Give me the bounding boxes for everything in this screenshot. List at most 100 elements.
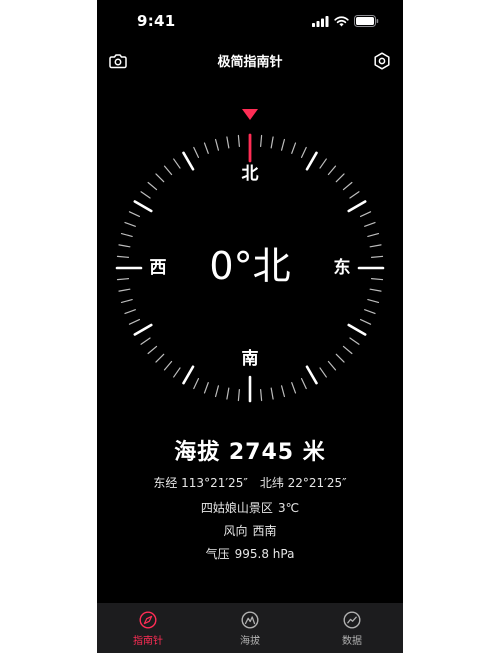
compass-tick [280, 138, 286, 151]
compass-icon [139, 611, 157, 629]
app-screen: 9:41 极简指南针 北 南 西 东 0°北 海拔 2745 米 东经 113°… [97, 0, 403, 653]
compass-tick [173, 367, 181, 378]
compass-tick [319, 158, 327, 169]
direction-west: 西 [150, 258, 167, 278]
compass-tick [305, 151, 318, 171]
compass-tick [124, 221, 136, 227]
tab-label-data: 数据 [342, 636, 362, 647]
pressure-line: 气压 995.8 hPa [97, 545, 403, 562]
compass-tick [335, 173, 345, 183]
compass-tick [305, 365, 318, 385]
compass-tick [237, 134, 240, 148]
compass-tick [118, 244, 131, 248]
tab-label-compass: 指南针 [133, 636, 163, 647]
wind-line: 风向 西南 [97, 522, 403, 539]
signal-icon [312, 15, 329, 27]
compass-tick [116, 255, 130, 258]
location-name: 四姑娘山景区 [200, 501, 273, 515]
compass-tick [367, 232, 380, 238]
tab-data[interactable]: 数据 [301, 603, 403, 653]
compass-tick [359, 211, 372, 218]
compass-tick [163, 360, 173, 371]
compass-tick [291, 382, 297, 394]
compass-tick [260, 134, 263, 148]
coordinates: 东经 113°21′25″ 北纬 22°21′25″ [97, 474, 403, 491]
compass-tick [369, 244, 382, 248]
compass-tick [270, 387, 274, 400]
compass-tick [124, 309, 136, 315]
status-time: 9:41 [137, 12, 176, 30]
temperature: 3℃ [277, 501, 300, 515]
tab-altitude[interactable]: 海拔 [199, 603, 301, 653]
compass-tick [155, 353, 165, 363]
wifi-icon [334, 15, 349, 26]
compass-tick [133, 200, 153, 213]
compass-tick [226, 387, 230, 400]
direction-north: 北 [242, 164, 259, 184]
tab-bar: 指南针 海拔 数据 [97, 603, 403, 653]
longitude: 东经 113°21′25″ [153, 476, 248, 490]
settings-hexagon-icon [374, 52, 390, 70]
wind-label: 风向 [223, 524, 248, 538]
compass-tick [370, 278, 384, 281]
page-title: 极简指南针 [217, 55, 283, 70]
compass-tick [118, 288, 131, 292]
compass-tick [280, 385, 286, 398]
compass-tick [370, 255, 384, 258]
compass-tick [291, 142, 297, 154]
location-line: 四姑娘山景区 3℃ [97, 499, 403, 516]
compass-tick [155, 173, 165, 183]
compass-tick [140, 337, 151, 345]
compass-tick [147, 181, 158, 191]
compass-tick [327, 360, 337, 371]
pressure-value: 995.8 hPa [234, 547, 295, 561]
compass-tick [349, 191, 360, 199]
compass-tick [182, 365, 195, 385]
compass-tick [342, 181, 353, 191]
compass-dial[interactable]: 北 南 西 东 0°北 [97, 100, 403, 420]
compass-tick [364, 309, 376, 315]
tab-compass[interactable]: 指南针 [97, 603, 199, 653]
compass-tick [347, 200, 367, 213]
compass-tick [128, 211, 141, 218]
heading-readout: 0°北 [209, 244, 290, 288]
status-bar: 9:41 [97, 0, 403, 44]
compass-tick [369, 288, 382, 292]
altitude-readout: 海拔 2745 米 [174, 440, 326, 465]
north-pointer-icon [242, 109, 258, 120]
compass-tick [300, 146, 307, 159]
tab-label-altitude: 海拔 [240, 636, 260, 647]
compass-tick [120, 232, 133, 238]
compass-tick [214, 385, 220, 398]
compass-tick [349, 337, 360, 345]
compass-tick [120, 298, 133, 304]
direction-south: 南 [242, 348, 259, 369]
compass-tick [214, 138, 220, 151]
compass-tick [367, 298, 380, 304]
compass-tick [327, 165, 337, 176]
compass-tick [140, 191, 151, 199]
compass-tick [270, 136, 274, 149]
data-icon [343, 611, 361, 629]
compass-tick [347, 323, 367, 336]
compass-tick [193, 146, 200, 159]
latitude: 北纬 22°21′25″ [259, 476, 347, 490]
wind-value: 西南 [252, 524, 277, 538]
compass-tick [203, 382, 209, 394]
battery-icon [354, 15, 379, 27]
compass-tick [163, 165, 173, 176]
compass-tick [237, 388, 240, 402]
compass-tick [203, 142, 209, 154]
compass-tick [319, 367, 327, 378]
status-icons [312, 15, 379, 27]
compass-tick [116, 278, 130, 281]
compass-tick [147, 345, 158, 355]
compass-tick [364, 221, 376, 227]
settings-button[interactable] [371, 50, 393, 72]
compass-tick [182, 151, 195, 171]
compass-tick [128, 318, 141, 325]
compass-tick [359, 318, 372, 325]
compass-tick [133, 323, 153, 336]
compass-tick [342, 345, 353, 355]
compass-tick [300, 377, 307, 390]
